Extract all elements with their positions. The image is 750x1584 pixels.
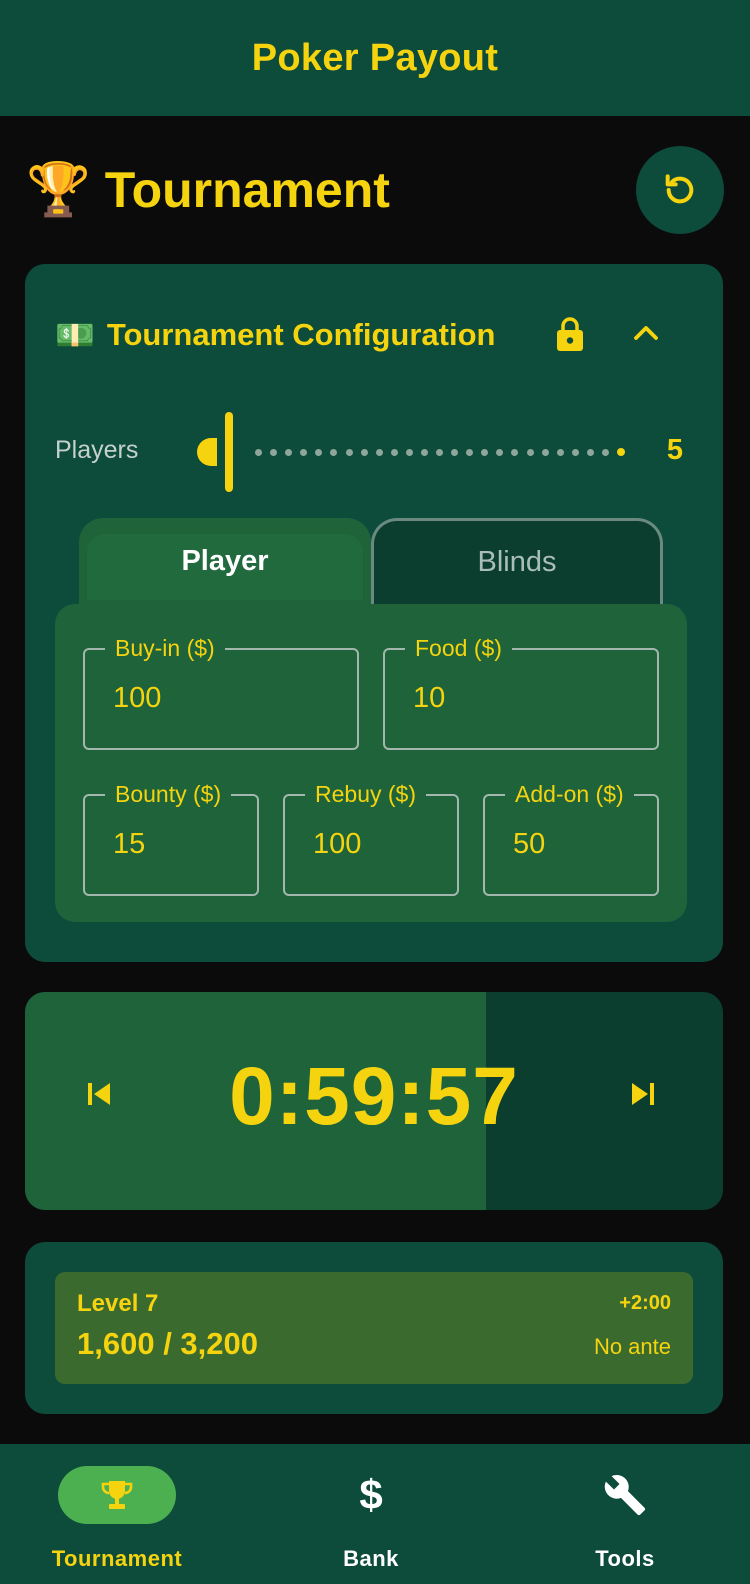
addon-field[interactable]: Add-on ($) 50 (483, 780, 659, 896)
rebuy-label: Rebuy ($) (305, 780, 426, 808)
wrench-icon (604, 1475, 646, 1516)
buyin-value: 100 (113, 682, 162, 714)
level-label: Level 7 (77, 1290, 159, 1317)
slider-tick (285, 449, 292, 456)
tab-player[interactable]: Player (79, 518, 371, 604)
current-level: Level 7 1,600 / 3,200 +2:00 No ante (55, 1272, 693, 1384)
timer-card: 0:59:57 (25, 992, 723, 1210)
food-field[interactable]: Food ($) 10 (383, 634, 659, 750)
slider-tick-marks (255, 448, 625, 456)
nav-item-bank-label: Bank (343, 1546, 399, 1571)
timer-display[interactable]: 0:59:57 (25, 1050, 723, 1144)
slider-tick (361, 449, 368, 456)
addon-value: 50 (513, 828, 546, 860)
trophy-emoji-icon: 🏆 (26, 161, 91, 219)
slider-tick (421, 449, 428, 456)
nav-item-bank-indicator: $ (312, 1466, 430, 1524)
players-slider[interactable] (195, 410, 635, 494)
app-title: Poker Payout (251, 36, 499, 79)
slider-tick (511, 449, 518, 456)
nav-item-bank[interactable]: $ Bank (254, 1444, 504, 1584)
food-value: 10 (413, 682, 446, 714)
players-label: Players (55, 436, 139, 464)
nav-item-tournament-label: Tournament (51, 1546, 183, 1571)
slider-active-track (197, 438, 217, 466)
buyin-field[interactable]: Buy-in ($) 100 (83, 634, 359, 750)
slider-thumb[interactable] (225, 412, 233, 492)
slider-tick (346, 449, 353, 456)
addon-label: Add-on ($) (505, 780, 634, 808)
slider-tick (436, 449, 443, 456)
tournament-configuration-card: 💵 Tournament Configuration Players 5 Pla… (25, 264, 723, 962)
slider-tick (330, 449, 337, 456)
buyin-label: Buy-in ($) (105, 634, 225, 662)
slider-tick (572, 449, 579, 456)
bounty-value: 15 (113, 828, 146, 860)
slider-tick (587, 449, 594, 456)
level-card: Level 7 1,600 / 3,200 +2:00 No ante (25, 1242, 723, 1414)
level-ante: No ante (593, 1334, 671, 1359)
app-bar: Poker Payout (0, 0, 750, 116)
players-value: 5 (666, 434, 683, 466)
slider-tick (255, 449, 262, 456)
slider-tick (481, 449, 488, 456)
slider-tick (542, 449, 549, 456)
slider-tick (617, 448, 625, 456)
slider-tick (391, 449, 398, 456)
slider-tick (527, 449, 534, 456)
reset-button[interactable] (636, 146, 724, 234)
level-time-added: +2:00 (619, 1292, 671, 1314)
level-blinds: 1,600 / 3,200 (77, 1326, 258, 1361)
chevron-up-icon[interactable] (631, 318, 661, 353)
configuration-header: 💵 Tournament Configuration (55, 310, 665, 360)
tab-blinds[interactable]: Blinds (371, 518, 663, 604)
slider-tick (406, 449, 413, 456)
food-label: Food ($) (405, 634, 512, 662)
bounty-field[interactable]: Bounty ($) 15 (83, 780, 259, 896)
slider-tick (315, 449, 322, 456)
slider-tick (270, 449, 277, 456)
rebuy-value: 100 (313, 828, 362, 860)
slider-tick (602, 449, 609, 456)
rebuy-field[interactable]: Rebuy ($) 100 (283, 780, 459, 896)
nav-item-tournament-indicator (58, 1466, 176, 1524)
page-title: Tournament (104, 162, 390, 218)
slider-tick (557, 449, 564, 456)
bounty-label: Bounty ($) (105, 780, 232, 808)
dollar-icon: $ (359, 1471, 383, 1518)
nav-item-tools-label: Tools (595, 1546, 655, 1571)
page-header: 🏆 Tournament (26, 146, 724, 234)
player-fields-panel: Buy-in ($) 100 Food ($) 10 Bounty ($) 15… (55, 604, 687, 922)
page-title-group: 🏆 Tournament (26, 161, 390, 219)
refresh-icon (665, 174, 694, 204)
slider-tick (300, 449, 307, 456)
nav-item-tools[interactable]: Tools (508, 1444, 750, 1584)
nav-item-tools-indicator (566, 1466, 684, 1524)
bottom-navigation: Tournament $ Bank Tools (0, 1444, 750, 1584)
tab-player-label: Player (181, 544, 269, 577)
tab-blinds-label: Blinds (477, 546, 557, 578)
slider-tick (496, 449, 503, 456)
skip-next-icon[interactable] (629, 1080, 657, 1113)
players-row: Players 5 (55, 410, 695, 494)
money-emoji-icon: 💵 (55, 317, 95, 353)
trophy-icon (101, 1481, 133, 1509)
lock-icon[interactable] (555, 316, 585, 357)
slider-tick (451, 449, 458, 456)
slider-tick (466, 449, 473, 456)
slider-tick (376, 449, 383, 456)
configuration-title: Tournament Configuration (106, 317, 496, 352)
nav-item-tournament[interactable]: Tournament (0, 1444, 250, 1584)
